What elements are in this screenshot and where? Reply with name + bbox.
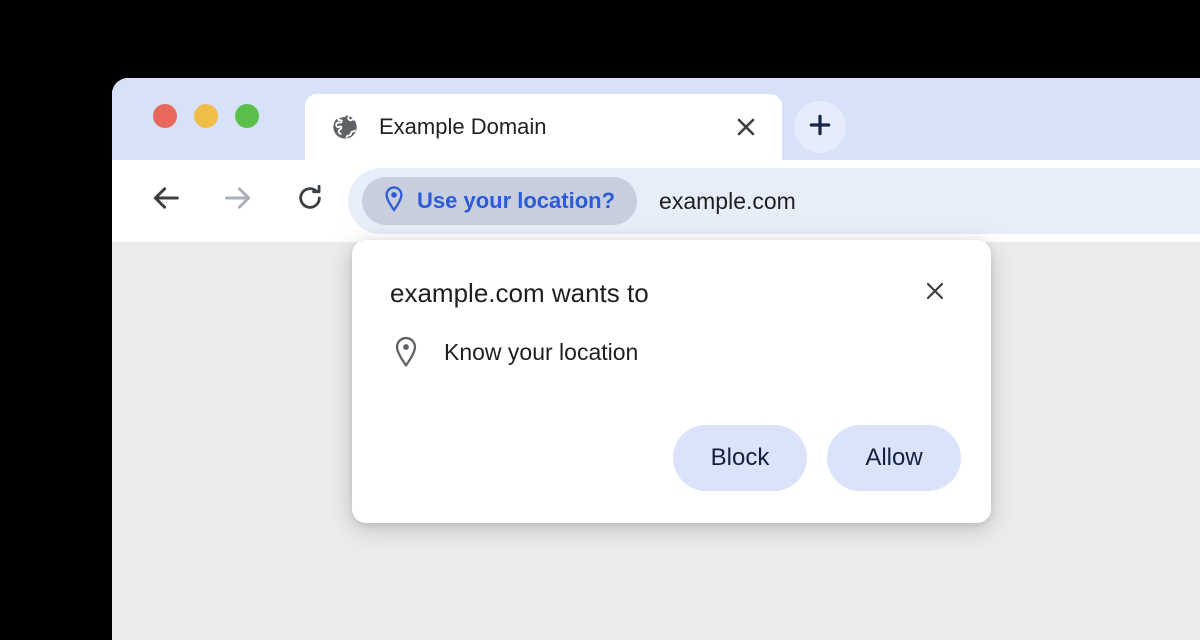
forward-button <box>214 176 262 224</box>
tab-title: Example Domain <box>379 114 547 139</box>
maximize-window-button[interactable] <box>235 104 259 128</box>
reload-icon <box>294 182 326 219</box>
permission-label: Know your location <box>444 338 639 365</box>
block-button[interactable]: Block <box>673 425 807 491</box>
arrow-right-icon <box>221 181 255 220</box>
location-permission-chip[interactable]: Use your location? <box>362 177 638 225</box>
location-pin-icon <box>382 185 406 218</box>
plus-icon <box>807 112 833 143</box>
permission-item: Know your location <box>390 336 638 368</box>
location-permission-dialog: example.com wants to Know your location … <box>352 240 991 523</box>
dialog-title: example.com wants to <box>390 277 649 308</box>
close-icon <box>923 279 947 308</box>
navigation-buttons <box>142 176 334 224</box>
close-window-button[interactable] <box>153 104 177 128</box>
browser-tab-active[interactable]: Example Domain <box>305 94 782 160</box>
back-button[interactable] <box>142 176 190 224</box>
browser-toolbar: Use your location? example.com <box>112 160 1200 242</box>
dialog-header: example.com wants to <box>352 240 991 346</box>
location-chip-label: Use your location? <box>417 188 616 213</box>
omnibox[interactable]: Use your location? example.com <box>348 168 1200 234</box>
reload-button[interactable] <box>286 176 334 224</box>
tab-strip: Example Domain <box>112 78 1200 160</box>
close-tab-button[interactable] <box>724 105 768 149</box>
dialog-actions: Block Allow <box>673 425 961 491</box>
screenshot-stage: Example Domain Use your location? exampl… <box>0 0 1200 640</box>
arrow-left-icon <box>149 181 183 220</box>
location-pin-icon <box>390 336 422 368</box>
allow-button[interactable]: Allow <box>827 425 961 491</box>
window-controls <box>153 104 259 128</box>
globe-icon <box>331 113 359 141</box>
omnibox-url-text: example.com <box>659 187 796 214</box>
new-tab-button[interactable] <box>794 101 846 153</box>
close-dialog-button[interactable] <box>913 271 957 315</box>
minimize-window-button[interactable] <box>194 104 218 128</box>
